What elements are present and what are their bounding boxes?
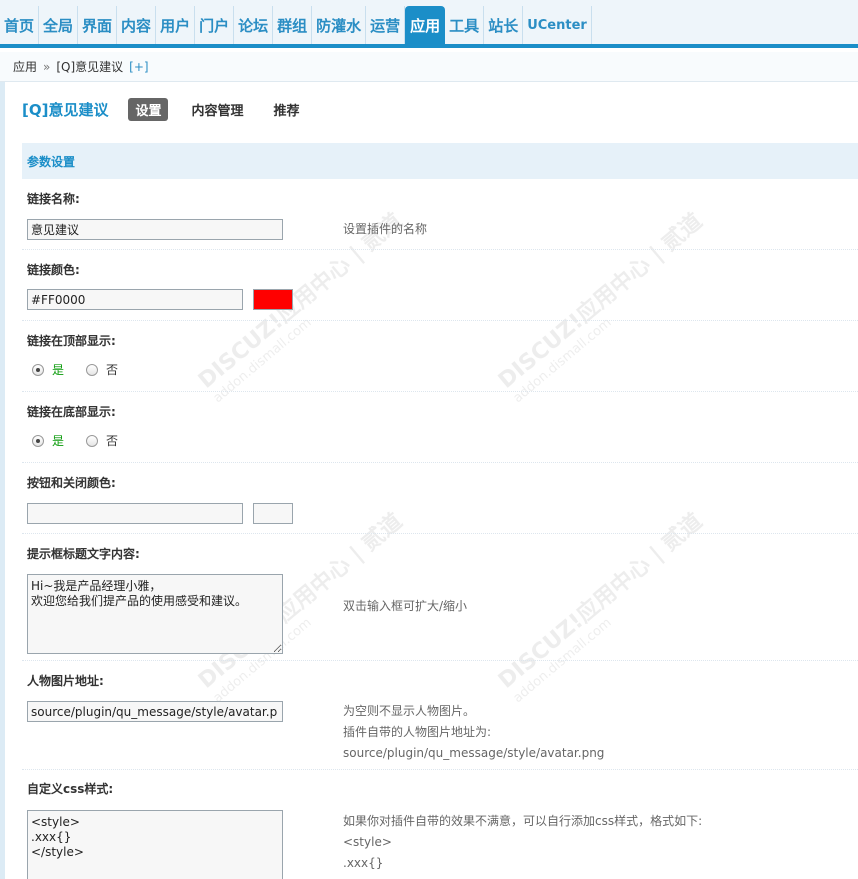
link-color-input[interactable] <box>27 289 243 310</box>
nav-item-9[interactable]: 运营 <box>366 6 406 44</box>
section-header: 参数设置 <box>22 143 858 179</box>
nav-item-0[interactable]: 首页 <box>0 6 40 44</box>
custom-css-textarea[interactable] <box>27 810 283 879</box>
setting-tip: 设置插件的名称 <box>343 222 428 236</box>
link-name-input[interactable] <box>27 219 283 240</box>
color-picker-swatch[interactable] <box>253 503 293 524</box>
setting-tip: 为空则不显示人物图片。 插件自带的人物图片地址为: source/plugin/… <box>343 704 605 760</box>
nav-item-10[interactable]: 应用 <box>405 6 446 44</box>
breadcrumb-separator: » <box>43 59 51 74</box>
nav-item-12[interactable]: 站长 <box>484 6 524 44</box>
radio-yes[interactable] <box>32 363 44 376</box>
setting-link-color: 链接颜色: <box>22 250 858 321</box>
breadcrumb-current: [Q]意见建议 <box>56 60 124 74</box>
setting-show-bottom: 链接在底部显示: 是 否 <box>22 392 858 463</box>
nav-item-1[interactable]: 全局 <box>39 6 79 44</box>
nav-item-11[interactable]: 工具 <box>445 6 485 44</box>
radio-yes-label: 是 <box>52 363 65 377</box>
radio-no[interactable] <box>86 363 99 376</box>
radio-group: 是 否 <box>32 432 118 449</box>
setting-label: 链接在顶部显示: <box>27 334 116 348</box>
setting-label: 人物图片地址: <box>27 674 104 688</box>
nav-item-6[interactable]: 论坛 <box>234 6 274 44</box>
setting-label: 按钮和关闭颜色: <box>27 476 116 490</box>
tab-content-management[interactable]: 内容管理 <box>184 98 250 121</box>
setting-avatar-url: 人物图片地址: 为空则不显示人物图片。 插件自带的人物图片地址为: source… <box>22 661 858 770</box>
plugin-title: [Q]意见建议 <box>22 100 109 119</box>
setting-custom-css: 自定义css样式: 如果你对插件自带的效果不满意，可以自行添加css样式，格式如… <box>22 770 858 879</box>
radio-no-label: 否 <box>106 434 119 448</box>
plugin-header: [Q]意见建议 设置 内容管理 推荐 <box>22 96 323 122</box>
prompt-title-textarea[interactable] <box>27 574 283 654</box>
radio-yes-label: 是 <box>52 434 65 448</box>
radio-yes[interactable] <box>32 434 44 447</box>
nav-item-3[interactable]: 内容 <box>117 6 157 44</box>
setting-link-name: 链接名称: 设置插件的名称 <box>22 180 858 250</box>
left-frame-border <box>0 82 5 879</box>
setting-show-top: 链接在顶部显示: 是 否 <box>22 321 858 392</box>
nav-item-13[interactable]: UCenter <box>523 6 592 44</box>
button-color-input[interactable] <box>27 503 243 524</box>
setting-label: 自定义css样式: <box>27 782 114 796</box>
setting-label: 链接在底部显示: <box>27 405 116 419</box>
color-picker-swatch[interactable] <box>253 289 293 310</box>
nav-item-5[interactable]: 门户 <box>195 6 235 44</box>
breadcrumb: 应用 » [Q]意见建议 [+] <box>0 52 858 82</box>
setting-label: 链接名称: <box>27 192 80 206</box>
top-navigation: 首页 全局 界面 内容 用户 门户 论坛 群组 防灌水 运营 应用 工具 站长 UCenter <box>0 0 858 48</box>
setting-label: 提示框标题文字内容: <box>27 547 140 561</box>
nav-item-4[interactable]: 用户 <box>156 6 196 44</box>
nav-item-7[interactable]: 群组 <box>273 6 313 44</box>
breadcrumb-parent[interactable]: 应用 <box>13 58 37 75</box>
radio-group: 是 否 <box>32 361 118 378</box>
setting-tip: 如果你对插件自带的效果不满意，可以自行添加css样式，格式如下: <style>… <box>343 814 703 870</box>
radio-no-label: 否 <box>106 363 119 377</box>
tab-recommend[interactable]: 推荐 <box>267 98 307 121</box>
setting-button-color: 按钮和关闭颜色: <box>22 463 858 534</box>
setting-tip: 双击输入框可扩大/缩小 <box>343 599 468 613</box>
setting-prompt-title: 提示框标题文字内容: 双击输入框可扩大/缩小 <box>22 534 858 661</box>
add-shortcut-button[interactable]: [+] <box>129 60 148 74</box>
radio-no[interactable] <box>86 434 99 447</box>
nav-item-8[interactable]: 防灌水 <box>312 6 367 44</box>
tab-settings[interactable]: 设置 <box>128 97 169 121</box>
nav-item-2[interactable]: 界面 <box>78 6 118 44</box>
avatar-url-input[interactable] <box>27 701 283 722</box>
nav-items: 首页 全局 界面 内容 用户 门户 论坛 群组 防灌水 运营 应用 工具 站长 UCenter <box>0 6 592 44</box>
setting-label: 链接颜色: <box>27 263 80 277</box>
